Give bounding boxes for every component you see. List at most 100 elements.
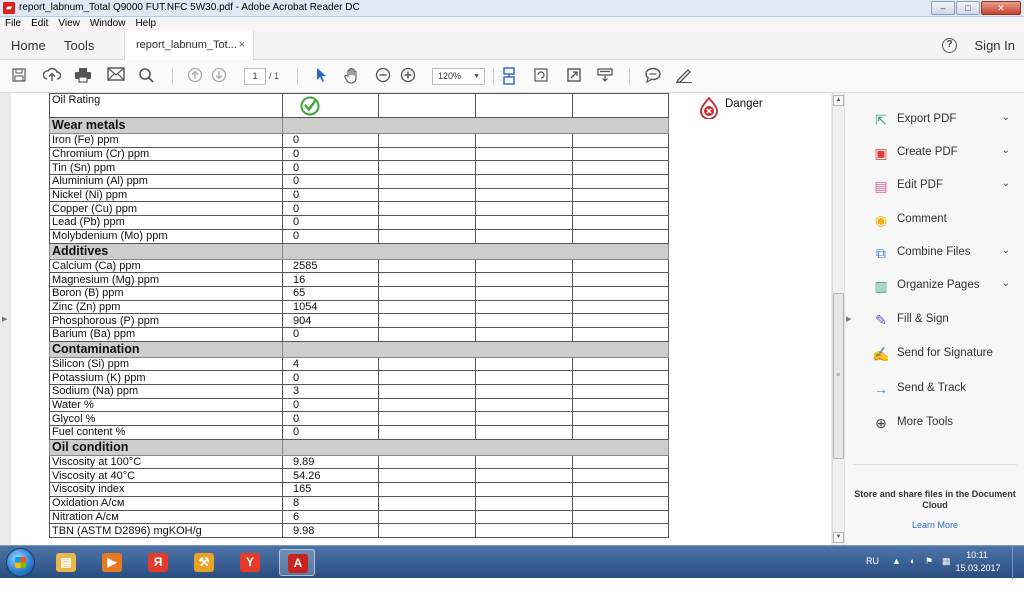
show-desktop-button[interactable]: [1012, 546, 1024, 579]
print-icon[interactable]: [73, 67, 93, 85]
title-bar: ▰ report_labnum_Total Q9000 FUT.NFC 5W30…: [0, 0, 1024, 17]
section-title: Additives: [49, 242, 283, 260]
chevron-down-icon[interactable]: ⌄: [1002, 112, 1010, 123]
empty-cell: [475, 468, 573, 484]
chevron-down-icon[interactable]: ⌄: [1002, 278, 1010, 289]
chevron-down-icon[interactable]: ⌄: [1002, 178, 1010, 189]
close-tab-icon[interactable]: ×: [239, 31, 245, 60]
minimize-button[interactable]: –: [931, 1, 955, 15]
zoom-out-icon[interactable]: [373, 67, 393, 85]
close-window-button[interactable]: ✕: [981, 1, 1021, 15]
empty-cell: [572, 228, 669, 244]
scroll-down-button[interactable]: ▼: [833, 532, 844, 543]
taskbar-app-media-player[interactable]: ▶: [94, 549, 130, 576]
volume-icon[interactable]: ◖: [909, 556, 914, 566]
empty-cell: [572, 356, 669, 372]
clock-date[interactable]: 15.03.2017: [952, 563, 1004, 573]
tab-home[interactable]: Home: [11, 38, 46, 53]
empty-cell: [475, 228, 573, 244]
taskbar-app-yandex-browser[interactable]: Y: [232, 549, 268, 576]
tool-label: Create PDF: [897, 146, 958, 158]
menu-help[interactable]: Help: [135, 17, 156, 31]
empty-cell: [378, 201, 476, 217]
hand-tool-icon[interactable]: [342, 67, 362, 85]
zoom-in-icon[interactable]: [398, 67, 418, 85]
empty-cell: [572, 215, 669, 230]
table-row: Oxidation A/см 8: [49, 495, 669, 511]
menu-window[interactable]: Window: [90, 17, 126, 31]
left-pane-toggle-icon[interactable]: ▶: [2, 315, 7, 323]
upload-cloud-icon[interactable]: [42, 67, 62, 85]
vertical-scrollbar[interactable]: ▲ ≡ ▼: [832, 93, 844, 545]
sign-in-button[interactable]: Sign In: [975, 38, 1015, 53]
tool-export-pdf[interactable]: ⇱ Export PDF ⌄: [872, 110, 1022, 132]
taskbar-app-acrobat[interactable]: A: [279, 549, 315, 576]
tool-edit-pdf[interactable]: ▤ Edit PDF ⌄: [872, 176, 1022, 198]
start-button[interactable]: [6, 548, 35, 577]
tool-organize-pages[interactable]: ▥ Organize Pages ⌄: [872, 276, 1022, 298]
search-icon[interactable]: [136, 67, 156, 85]
rotate-view-icon[interactable]: [531, 67, 551, 85]
draw-pen-icon[interactable]: [674, 67, 694, 85]
menu-view[interactable]: View: [58, 17, 80, 31]
learn-more-link[interactable]: Learn More: [853, 520, 1017, 530]
parameter-value: 0: [282, 133, 379, 148]
parameter-value: 9.89: [282, 454, 379, 470]
tools-panel: ▶ ⇱ Export PDF ⌄ ▣ Create PDF ⌄ ▤ Edit PDF ⌄ ◉ Com…: [844, 93, 1024, 545]
email-icon[interactable]: [106, 67, 126, 85]
tool-send-track[interactable]: → Send & Track: [872, 379, 1022, 401]
edit-pdf-icon: ▤: [874, 178, 888, 194]
page-number-input[interactable]: 1: [244, 68, 266, 85]
empty-cell: [378, 258, 476, 274]
maximize-button[interactable]: □: [956, 1, 980, 15]
select-cursor-icon[interactable]: [311, 67, 331, 85]
parameter-label: Calcium (Ca) ppm: [49, 258, 283, 274]
scrolling-mode-icon[interactable]: [499, 67, 519, 85]
empty-cell: [378, 160, 476, 176]
chevron-down-icon[interactable]: ⌄: [1002, 145, 1010, 156]
chevron-down-icon[interactable]: ⌄: [1002, 245, 1010, 256]
clock-time[interactable]: 10:11: [952, 550, 1002, 560]
empty-cell: [378, 495, 476, 511]
section-fill: [282, 340, 669, 358]
read-mode-icon[interactable]: [595, 67, 615, 85]
tool-comment[interactable]: ◉ Comment: [872, 210, 1022, 232]
table-row: Fuel content % 0: [49, 425, 669, 440]
tool-fill-sign[interactable]: ✎ Fill & Sign: [872, 310, 1022, 332]
tab-document[interactable]: report_labnum_Tot... ×: [124, 31, 254, 60]
scroll-up-button[interactable]: ▲: [833, 95, 844, 106]
document-pane[interactable]: ▶ Oil Rating Wear metals Iron (Fe) ppm 0…: [0, 93, 832, 545]
network-icon[interactable]: ▦: [942, 556, 951, 567]
fullscreen-icon[interactable]: [564, 67, 584, 85]
tab-tools[interactable]: Tools: [64, 38, 94, 53]
flag-icon[interactable]: ⚑: [925, 556, 933, 567]
tool-more-tools[interactable]: ⊕ More Tools: [872, 413, 1022, 435]
tool-create-pdf[interactable]: ▣ Create PDF ⌄: [872, 143, 1022, 165]
save-icon[interactable]: [9, 67, 29, 85]
empty-cell: [378, 411, 476, 427]
organize-pages-icon: ▥: [874, 278, 888, 294]
scroll-thumb[interactable]: ≡: [833, 293, 844, 459]
taskbar-app-firewall[interactable]: ⚒: [186, 549, 222, 576]
tool-send-signature[interactable]: ✍ Send for Signature: [872, 344, 1022, 366]
empty-cell: [475, 495, 573, 511]
tool-combine-files[interactable]: ⧉ Combine Files ⌄: [872, 243, 1022, 265]
table-row: Viscosity at 40°C 54.26: [49, 468, 669, 484]
previous-page-icon[interactable]: [185, 67, 205, 85]
empty-cell: [572, 160, 669, 176]
language-indicator[interactable]: RU: [866, 556, 879, 566]
collapse-panel-icon[interactable]: ▶: [846, 315, 851, 323]
parameter-value: 65: [282, 285, 379, 301]
zoom-select[interactable]: 120% ▼: [432, 68, 485, 85]
help-icon[interactable]: ?: [942, 38, 957, 53]
menu-file[interactable]: File: [5, 17, 21, 31]
taskbar-app-file-explorer[interactable]: ▤: [48, 549, 84, 576]
empty-cell: [378, 356, 476, 372]
taskbar-app-yandex[interactable]: Я: [140, 549, 176, 576]
empty-cell: [572, 454, 669, 470]
empty-cell: [475, 411, 573, 427]
show-hidden-icons-icon[interactable]: ▲: [892, 556, 901, 566]
comment-bubble-icon[interactable]: [643, 67, 663, 85]
next-page-icon[interactable]: [209, 67, 229, 85]
menu-edit[interactable]: Edit: [31, 17, 48, 31]
